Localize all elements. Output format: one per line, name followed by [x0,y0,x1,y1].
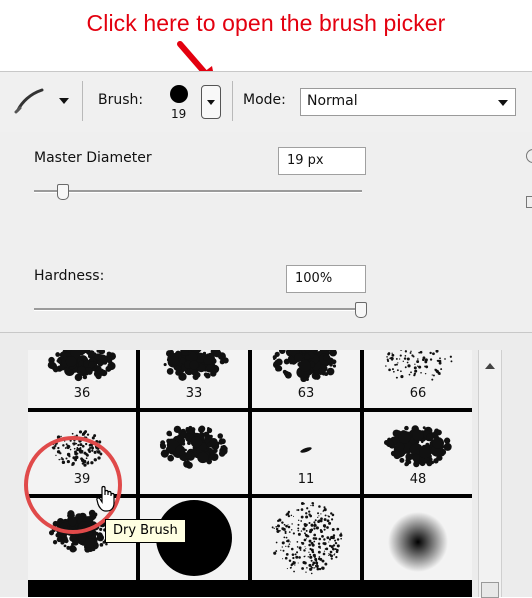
hardness-label: Hardness: [34,268,104,284]
diameter-slider-track[interactable] [34,190,362,193]
divider [232,81,233,121]
master-diameter-input[interactable]: 19 px [278,147,366,175]
brush-preset-item[interactable] [364,498,472,580]
brush-size-label: 19 [171,107,186,121]
divider [82,81,83,121]
brush-icon[interactable] [12,86,52,114]
brush-size-label: 36 [28,386,136,401]
brush-preset-item[interactable]: 36 [28,350,136,408]
brush-grid-scrollbar[interactable] [478,350,502,597]
splatter-brush-icon [140,412,248,494]
mode-select[interactable]: Normal [300,88,516,116]
brush-preset-item[interactable] [252,498,360,580]
chevron-down-icon [497,99,509,107]
brush-tooltip: Dry Brush [105,519,186,543]
scroll-up-icon[interactable] [484,362,496,370]
brush-preset-item[interactable]: 63 [252,350,360,408]
brush-size-label: 33 [140,386,248,401]
brush-label: Brush: [98,92,143,108]
hardness-slider-thumb[interactable] [355,302,367,318]
brush-size-label: 48 [364,472,472,487]
soft-round-brush-icon [364,498,472,580]
diameter-slider-thumb[interactable] [57,184,69,200]
panel-option-icon[interactable] [526,196,532,208]
brush-preset-item[interactable]: 48 [364,412,472,494]
annotation-text: Click here to open the brush picker [0,10,532,37]
brush-picker-button[interactable] [201,85,221,119]
mode-value: Normal [307,93,358,109]
brush-preset-item[interactable]: 11 [252,412,360,494]
hand-cursor-icon [96,484,120,514]
brush-preset-item[interactable] [140,412,248,494]
brush-preset-item[interactable]: 66 [364,350,472,408]
master-diameter-label: Master Diameter [34,150,152,166]
hardness-slider-track[interactable] [34,308,364,311]
scatter-round-brush-icon [252,498,360,580]
hardness-input[interactable]: 100% [286,265,366,293]
mode-label: Mode: [243,92,286,108]
brush-size-label: 11 [252,472,360,487]
tool-preset-chevron-icon[interactable] [58,97,70,105]
brush-size-label: 66 [364,386,472,401]
chevron-down-icon [202,86,220,118]
brush-preset-item[interactable]: 33 [140,350,248,408]
scroll-thumb[interactable] [481,582,499,598]
brush-size-label: 63 [252,386,360,401]
brush-preview [170,85,188,103]
